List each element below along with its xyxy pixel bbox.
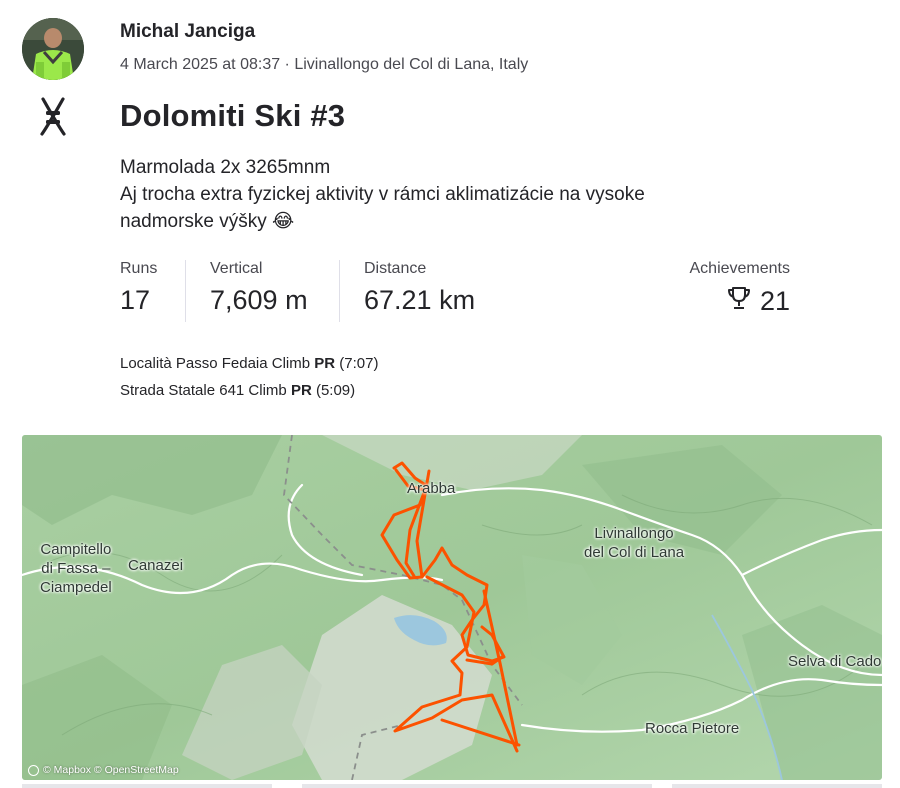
stat-value: 7,609 m [210,285,308,315]
activity-description: Marmolada 2x 3265mnm Aj trocha extra fyz… [120,154,760,235]
activity-stats: Runs 17 Vertical 7,609 m Distance 67.21 … [120,260,790,322]
description-line: nadmorske výšky 😂 [120,211,295,232]
stat-divider [185,260,186,322]
map-label-line: Ciampedel [40,579,112,596]
map-label-canazei: Canazei [128,557,184,574]
pr-badge: PR [290,382,312,399]
stat-label: Achievements [689,260,791,277]
map-label-selva: Selva di Cado [788,653,882,670]
author-name[interactable]: Michal Janciga [120,21,255,43]
stat-achievements[interactable]: Achievements 21 [690,260,791,322]
segment-row[interactable]: Località Passo Fedaia Climb PR (7:07) [120,350,378,377]
divider [672,784,882,788]
ski-icon [35,96,71,138]
segment-time: (7:07) [339,355,379,372]
stat-distance: Distance 67.21 km [364,260,475,322]
map-label-line: Livinallongo [594,525,674,542]
stat-value: 21 [759,286,790,316]
stat-label: Vertical [210,260,263,277]
stat-value: 67.21 km [364,285,476,315]
divider [22,784,272,788]
map-label-line: di Fassa – [41,560,111,577]
map-label-livinallongo: Livinallongo del Col di Lana [584,524,684,562]
map-label-rocca-pietore: Rocca Pietore [645,720,740,737]
stat-runs: Runs 17 [120,260,157,322]
map-label-line: del Col di Lana [584,544,685,561]
description-line: Aj trocha extra fyzickej aktivity v rámc… [120,184,645,205]
divider [302,784,652,788]
stat-label: Runs [120,260,158,277]
pr-badge: PR [314,355,336,372]
activity-title[interactable]: Dolomiti Ski #3 [120,98,345,134]
description-line: Marmolada 2x 3265mnm [120,157,331,178]
map-label-arabba: Arabba [407,480,456,497]
segment-name: Strada Statale 641 Climb [120,382,287,399]
activity-date-location: 4 March 2025 at 08:37 · Livinallongo del… [120,56,529,73]
avatar[interactable] [22,18,84,80]
stat-divider [339,260,340,322]
map-attribution[interactable]: © Mapbox © OpenStreetMap [28,764,179,776]
stat-label: Distance [364,260,427,277]
mapbox-logo-icon [28,764,39,776]
map-label-campitello: Campitello di Fassa – Ciampedel [40,540,112,597]
segment-time: (5:09) [315,382,356,399]
stat-vertical: Vertical 7,609 m [210,260,308,322]
activity-map[interactable]: Campitello di Fassa – Ciampedel Canazei … [22,435,882,780]
segment-efforts: Località Passo Fedaia Climb PR (7:07) St… [120,350,378,404]
segment-row[interactable]: Strada Statale 641 Climb PR (5:09) [120,377,378,404]
trophy-icon [726,285,752,318]
stat-value: 17 [120,285,151,315]
map-label-line: Campitello [40,541,112,558]
segment-name: Località Passo Fedaia Climb [120,355,311,372]
